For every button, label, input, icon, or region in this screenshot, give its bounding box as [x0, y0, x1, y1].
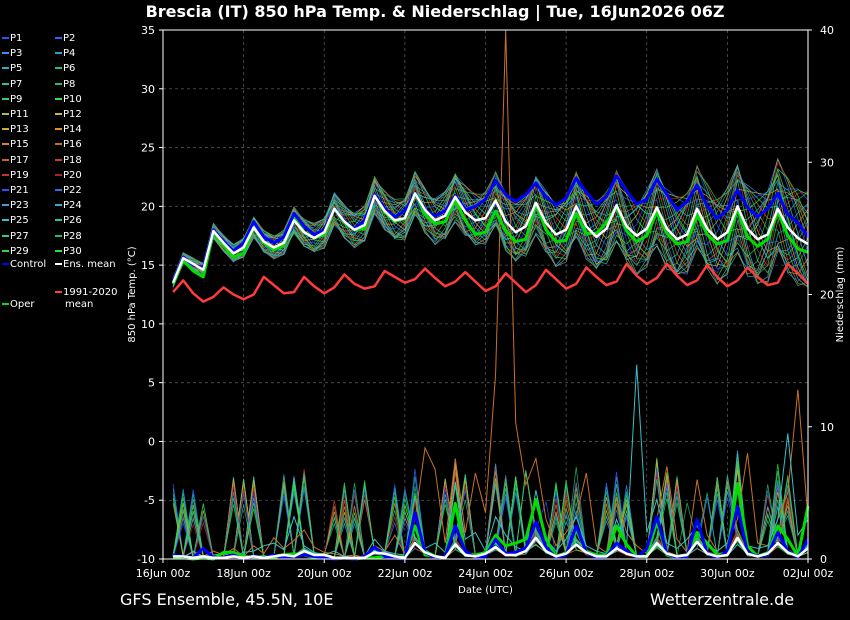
x-tick-label: 30Jun 00z: [700, 567, 755, 580]
y-tick-label: 5: [148, 377, 155, 390]
axis-ticks: -10 -5 0 5 10 15 20 25 30 35 0 10 20 30 40 16Jun 00z 18J…: [136, 24, 834, 580]
y2-tick-label: 10: [820, 421, 834, 434]
y-tick-label: -10: [137, 553, 155, 566]
y-tick-label: 0: [148, 435, 155, 448]
x-tick-label: 22Jun 00z: [378, 567, 433, 580]
footer-site-name: Wetterzentrale.de: [650, 590, 795, 609]
y-tick-label: 30: [141, 83, 155, 96]
x-tick-label: 18Jun 00z: [216, 567, 271, 580]
footer-model-info: GFS Ensemble, 45.5N, 10E: [120, 590, 334, 609]
y2-tick-label: 0: [820, 553, 827, 566]
y-tick-label: 20: [141, 200, 155, 213]
y2-tick-label: 30: [820, 156, 834, 169]
grid-lines: [163, 30, 808, 559]
y-tick-label: 25: [141, 142, 155, 155]
y-tick-label: 10: [141, 318, 155, 331]
p16-precip-line: [172, 29, 809, 559]
x-tick-label: 26Jun 00z: [539, 567, 594, 580]
x-axis-title: Date (UTC): [458, 585, 513, 596]
y2-tick-label: 40: [820, 24, 834, 37]
y-tick-label: 15: [141, 259, 155, 272]
chart-svg: -10 -5 0 5 10 15 20 25 30 35 0 10 20 30 40 16Jun 00z 18J…: [127, 24, 846, 596]
y-axis-title: 850 hPa Temp. (°C): [127, 246, 138, 342]
x-tick-label: 24Jun 00z: [458, 567, 513, 580]
x-tick-label: 16Jun 00z: [136, 567, 191, 580]
x-tick-label: 02Jul 00z: [783, 567, 834, 580]
y2-axis-title: Niederschlag (mm): [835, 247, 846, 343]
x-tick-label: 28Jun 00z: [620, 567, 675, 580]
y-tick-label: -5: [144, 494, 155, 507]
x-tick-label: 20Jun 00z: [297, 567, 352, 580]
y-tick-label: 35: [141, 24, 155, 37]
ensemble-member-lines: [172, 29, 809, 560]
y2-tick-label: 20: [820, 289, 834, 302]
